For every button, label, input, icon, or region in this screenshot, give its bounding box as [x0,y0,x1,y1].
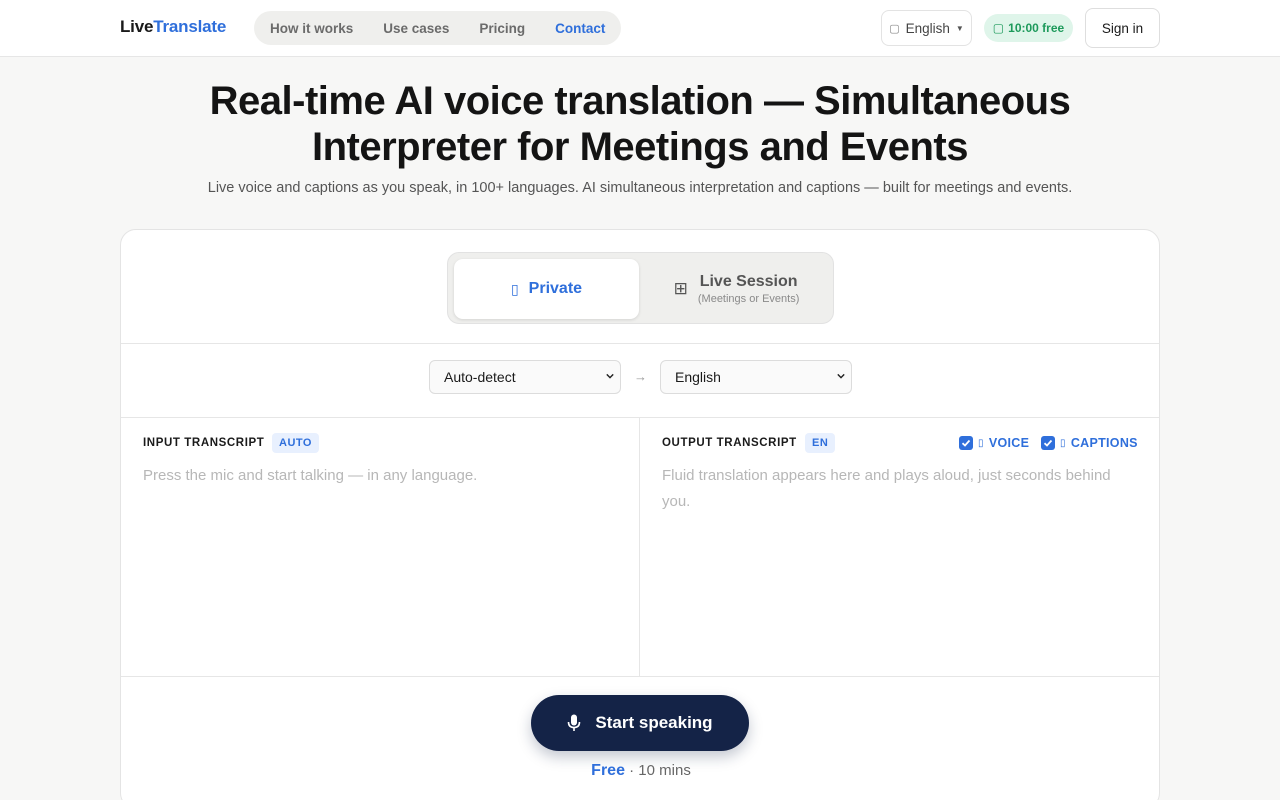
logo-part-translate: Translate [153,17,227,36]
input-transcript-label: INPUT TRANSCRIPT [143,437,265,449]
mode-private-label: Private [528,280,583,297]
grid-icon: ⊞ [673,279,688,298]
logo[interactable]: LiveTranslate [120,17,226,37]
language-selector-value: English [905,20,950,36]
output-transcript-placeholder: Fluid translation appears here and plays… [662,467,1111,510]
input-language-tag: AUTO [272,433,319,453]
top-bar: LiveTranslate How it works Use cases Pri… [0,0,1280,57]
mode-live-sublabel: (Meetings or Events) [697,293,800,305]
nav-how-it-works[interactable]: How it works [270,21,368,36]
translator-card: ▯ Private ⊞ Live Session (Meetings or Ev… [120,229,1160,800]
divider [121,417,1159,418]
captions-checkbox[interactable]: ▯ CAPTIONS [1041,436,1138,450]
free-time-text: 10:00 free [1008,21,1065,35]
nav-use-cases[interactable]: Use cases [368,21,464,36]
duration-label: · 10 mins [629,762,691,779]
source-language-select[interactable]: Auto-detect [429,360,621,394]
input-transcript-placeholder: Press the mic and start talking — in any… [143,467,478,484]
sign-in-button[interactable]: Sign in [1085,8,1160,48]
nav-pricing[interactable]: Pricing [464,21,540,36]
chevron-down-icon [606,373,614,379]
captions-label: CAPTIONS [1070,436,1138,450]
speaker-icon: ▯ [978,437,984,449]
mode-live-session-button[interactable]: ⊞ Live Session (Meetings or Events) [644,259,829,319]
mic-icon [568,714,581,731]
language-selector[interactable]: ▢ English ▼ [881,10,972,46]
divider [121,343,1159,344]
pricing-note: Free · 10 mins [121,762,1159,780]
mode-toggle: ▯ Private ⊞ Live Session (Meetings or Ev… [447,252,834,324]
voice-checkbox[interactable]: ▯ VOICE [959,436,1029,450]
chevron-down-icon [837,373,845,379]
page-title: Real-time AI voice translation — Simulta… [209,79,1071,169]
target-language-select[interactable]: English [660,360,852,394]
lock-icon: ▯ [510,280,519,297]
globe-icon: ▢ [889,22,900,35]
divider [121,676,1159,677]
pane-divider [639,417,640,677]
free-label: Free [591,762,625,779]
free-time-badge: ▢ 10:00 free [984,14,1073,42]
voice-label: VOICE [988,436,1030,450]
chevron-down-icon: ▼ [955,23,964,33]
arrow-right-icon: → [634,369,647,384]
start-speaking-label: Start speaking [595,713,713,732]
target-language-value: English [675,369,721,385]
main-nav: How it works Use cases Pricing Contact [254,11,622,45]
voice-checkbox-box[interactable] [959,436,973,450]
page-subtitle: Live voice and captions as you speak, in… [207,180,1073,196]
captions-checkbox-box[interactable] [1041,436,1055,450]
output-language-tag: EN [805,433,836,453]
clock-icon: ▢ [992,21,1005,35]
nav-contact[interactable]: Contact [540,21,605,36]
captions-icon: ▯ [1060,437,1066,449]
output-transcript-label: OUTPUT TRANSCRIPT [662,437,797,449]
mode-live-label: Live Session [699,273,798,290]
mode-private-button[interactable]: ▯ Private [454,259,639,319]
logo-part-live: Live [120,17,154,36]
start-speaking-button[interactable]: Start speaking [531,695,749,751]
source-language-value: Auto-detect [444,369,516,385]
